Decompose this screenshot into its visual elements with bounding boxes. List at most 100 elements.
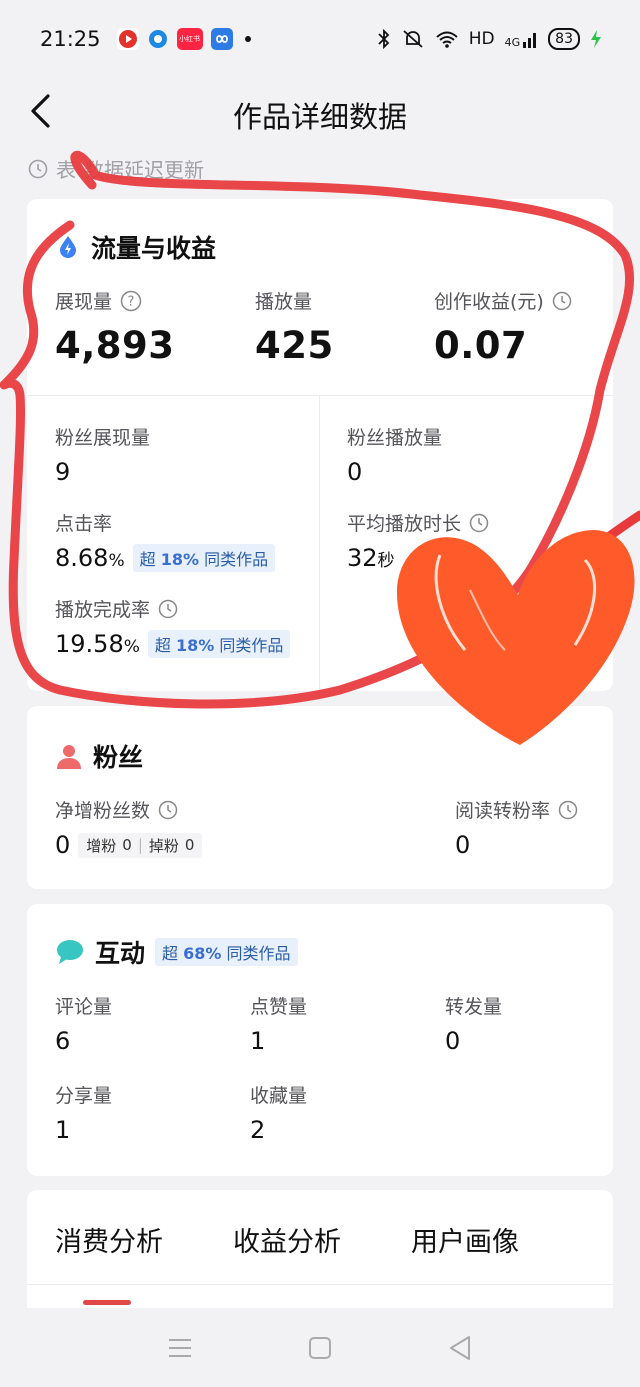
more-notifications-dot xyxy=(244,36,251,42)
fan-plays-value: 0 xyxy=(347,458,363,486)
shares-metric: 分享量 1 xyxy=(55,1081,112,1144)
exposure-metric: 展现量 ? 4,893 xyxy=(55,287,175,367)
tab-user-profile[interactable]: 用户画像 xyxy=(411,1220,519,1259)
bluetooth-icon xyxy=(378,29,390,49)
traffic-income-header: 流量与收益 xyxy=(55,229,216,265)
interaction-header: 互动 超 68% 同类作品 xyxy=(55,934,298,970)
shares-label: 分享量 xyxy=(55,1085,113,1107)
xiaohongshu-app-icon-text: 小红书 xyxy=(179,35,201,43)
fan-plays-label: 粉丝播放量 xyxy=(347,427,443,449)
traffic-income-card: 流量与收益 展现量 ? 4,893 播放量 425 创作收益(元) 0.07 粉… xyxy=(27,199,613,691)
person-icon xyxy=(57,745,81,769)
fans-title: 粉丝 xyxy=(93,743,144,772)
delay-note-text: 表 数据延迟更新 xyxy=(56,158,204,182)
page-title: 作品详细数据 xyxy=(232,100,407,134)
conversion-metric: 阅读转粉率 0 xyxy=(455,796,578,859)
charging-icon xyxy=(591,30,601,48)
likes-value: 1 xyxy=(250,1027,266,1055)
clock-icon[interactable] xyxy=(469,513,489,533)
divider xyxy=(27,1284,613,1285)
shares-value: 1 xyxy=(55,1116,71,1144)
ctr-label: 点击率 xyxy=(55,513,113,535)
status-bar: 21:25 小红书 HD 4G 83 xyxy=(0,0,640,78)
divider xyxy=(27,395,613,396)
completion-unit: % xyxy=(123,637,140,657)
plays-value: 425 xyxy=(255,324,334,367)
network-type: HD xyxy=(468,29,495,49)
signal-label: 4G xyxy=(505,29,539,49)
badge-prefix: 超 xyxy=(139,550,156,569)
ctr-value: 8.68 xyxy=(55,544,109,572)
clock-icon[interactable] xyxy=(158,599,178,619)
mute-icon xyxy=(403,30,423,48)
chip-separator: | xyxy=(137,836,143,854)
infinity-app-icon xyxy=(210,28,233,50)
traffic-income-title: 流量与收益 xyxy=(91,234,217,263)
menu-button[interactable] xyxy=(160,1328,200,1368)
comments-metric: 评论量 6 xyxy=(55,992,112,1055)
badge-prefix: 超 xyxy=(162,944,179,963)
tab-consumption-analysis[interactable]: 消费分析 xyxy=(55,1220,163,1305)
help-icon[interactable]: ? xyxy=(120,290,142,312)
exposure-value: 4,893 xyxy=(55,324,175,367)
avg-duration-value: 32 xyxy=(347,544,378,572)
interaction-card: 互动 超 68% 同类作品 评论量 6 点赞量 1 转发量 0 分享量 1 收藏… xyxy=(27,904,613,1176)
exposure-label: 展现量 xyxy=(55,291,113,313)
menu-icon xyxy=(169,1338,191,1357)
avg-duration-label: 平均播放时长 xyxy=(347,513,462,535)
badge-percent: 68% xyxy=(183,944,222,963)
interaction-compare-badge: 超 68% 同类作品 xyxy=(155,938,298,966)
income-metric: 创作收益(元) 0.07 xyxy=(434,287,572,367)
ctr-unit: % xyxy=(108,551,125,571)
clock-icon[interactable] xyxy=(558,800,578,820)
ctr-metric: 点击率 8.68% 超 18% 同类作品 xyxy=(55,509,276,572)
income-value: 0.07 xyxy=(434,324,528,367)
xiaohongshu-app-icon: 小红书 xyxy=(176,28,203,50)
loss-label: 掉粉 xyxy=(148,836,179,855)
fan-exposure-label: 粉丝展现量 xyxy=(55,427,151,449)
completion-label: 播放完成率 xyxy=(55,599,151,621)
completion-value: 19.58 xyxy=(55,630,124,658)
analysis-tabs-card: 消费分析 收益分析 用户画像 xyxy=(27,1190,613,1310)
notification-icons: 小红书 xyxy=(116,28,251,50)
fan-exposure-metric: 粉丝展现量 9 xyxy=(55,423,150,486)
reposts-value: 0 xyxy=(445,1027,461,1055)
circle-app-icon xyxy=(147,28,169,50)
divider xyxy=(319,396,320,691)
interaction-title: 互动 xyxy=(95,939,146,968)
completion-metric: 播放完成率 19.58% 超 18% 同类作品 xyxy=(55,595,291,658)
favorites-label: 收藏量 xyxy=(250,1085,308,1107)
signal-icon xyxy=(523,33,537,48)
back-nav-button[interactable] xyxy=(440,1328,480,1368)
tab-income-analysis[interactable]: 收益分析 xyxy=(233,1220,341,1259)
fan-exposure-value: 9 xyxy=(55,458,71,486)
fans-header: 粉丝 xyxy=(55,738,143,774)
net-gain-label: 净增粉丝数 xyxy=(55,800,151,822)
wifi-icon xyxy=(436,31,458,48)
clock-icon[interactable] xyxy=(552,291,572,311)
conversion-value: 0 xyxy=(455,831,471,859)
battery-indicator: 83 xyxy=(548,28,580,50)
lightning-drop-icon xyxy=(60,236,76,258)
completion-compare-badge: 超 18% 同类作品 xyxy=(147,630,291,658)
home-button[interactable] xyxy=(300,1328,340,1368)
data-delay-note: 表 数据延迟更新 xyxy=(28,154,204,183)
badge-percent: 18% xyxy=(175,636,215,655)
badge-prefix: 超 xyxy=(154,636,171,655)
reposts-label: 转发量 xyxy=(445,996,503,1018)
likes-label: 点赞量 xyxy=(250,996,308,1018)
badge-suffix: 同类作品 xyxy=(204,550,269,569)
favorites-metric: 收藏量 2 xyxy=(250,1081,307,1144)
fans-card: 粉丝 净增粉丝数 0 增粉 0 | 掉粉 0 阅读转粉率 0 xyxy=(27,706,613,889)
system-nav-bar xyxy=(0,1308,640,1387)
signal-type: 4G xyxy=(504,36,521,49)
reposts-metric: 转发量 0 xyxy=(445,992,502,1055)
status-time: 21:25 xyxy=(40,27,101,51)
gain-label: 增粉 xyxy=(86,836,117,855)
badge-suffix: 同类作品 xyxy=(219,636,284,655)
likes-metric: 点赞量 1 xyxy=(250,992,307,1055)
status-right: HD 4G 83 xyxy=(377,28,602,50)
net-gain-metric: 净增粉丝数 0 增粉 0 | 掉粉 0 xyxy=(55,796,203,859)
fan-plays-metric: 粉丝播放量 0 xyxy=(347,423,442,486)
clock-icon[interactable] xyxy=(158,800,178,820)
